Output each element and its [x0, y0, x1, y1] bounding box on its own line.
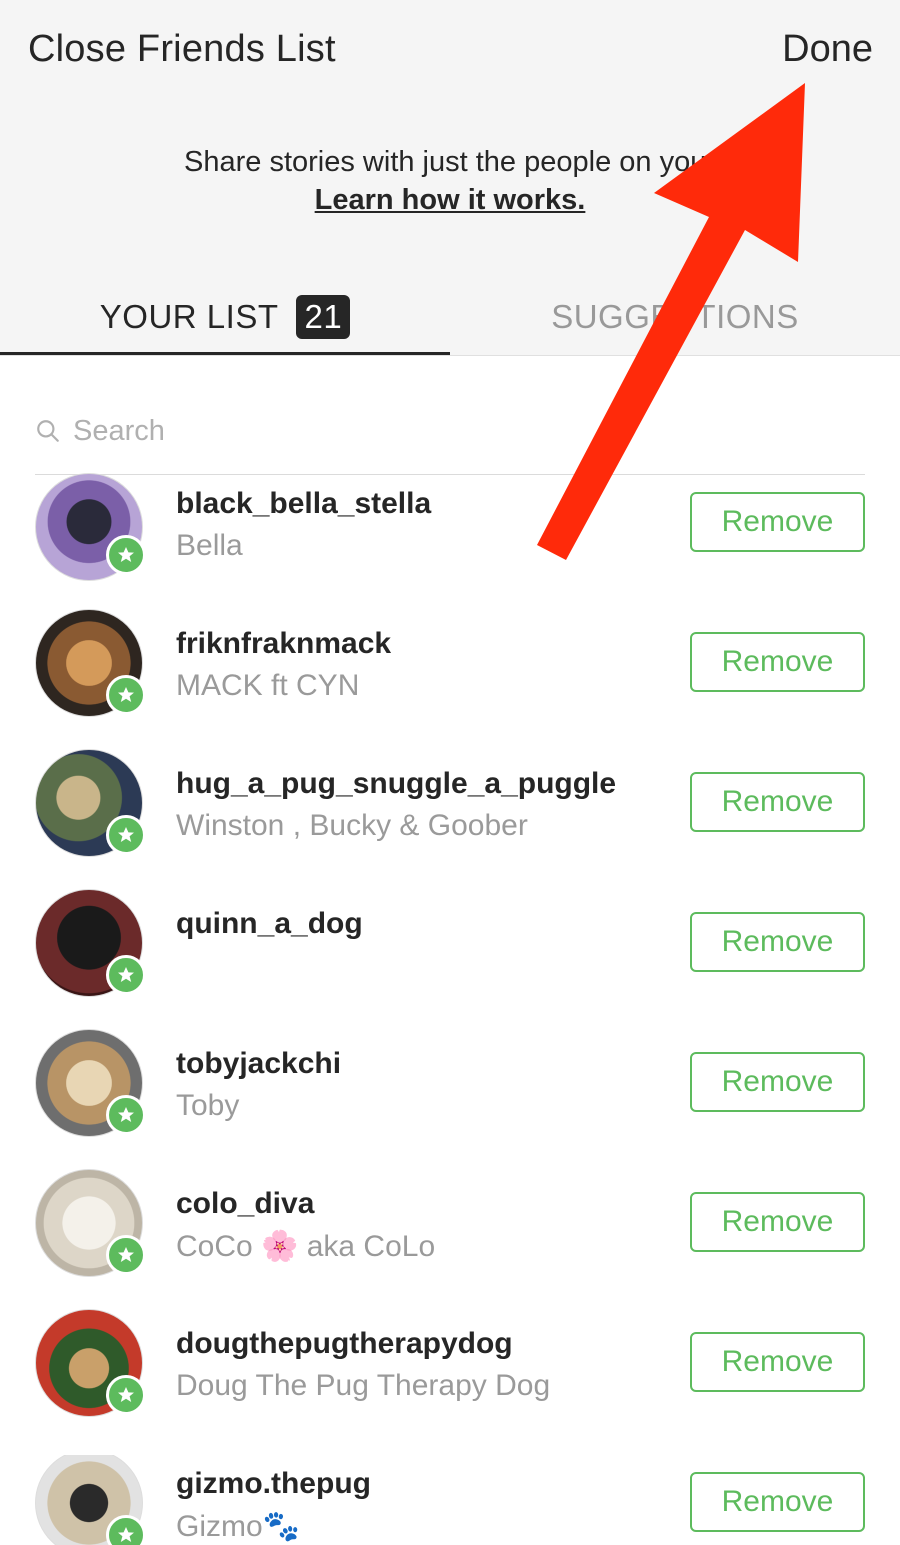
header-area: Close Friends List Done Share stories wi… — [0, 0, 900, 356]
remove-button[interactable]: Remove — [690, 1052, 865, 1112]
friend-row: gizmo.thepug Gizmo🐾 Remove — [0, 1455, 900, 1545]
friend-username[interactable]: dougthepugtherapydog — [176, 1327, 513, 1361]
search-input[interactable] — [73, 414, 773, 448]
friend-full-name: Bella — [176, 529, 243, 562]
close-friend-star-icon — [106, 1235, 146, 1275]
friend-username[interactable]: tobyjackchi — [176, 1047, 341, 1081]
close-friend-star-icon — [106, 1095, 146, 1135]
remove-button[interactable]: Remove — [690, 492, 865, 552]
friend-username[interactable]: colo_diva — [176, 1187, 314, 1221]
remove-button[interactable]: Remove — [690, 632, 865, 692]
remove-button[interactable]: Remove — [690, 1472, 865, 1532]
your-list-count-badge: 21 — [296, 295, 351, 339]
friend-row: dougthepugtherapydog Doug The Pug Therap… — [0, 1309, 900, 1455]
friend-full-name: CoCo 🌸 aka CoLo — [176, 1230, 436, 1263]
friend-full-name: Winston , Bucky & Goober — [176, 809, 528, 842]
description-text: Share stories with just the people on yo… — [184, 146, 716, 178]
close-friend-star-icon — [106, 675, 146, 715]
friend-row: tobyjackchi Toby Remove — [0, 1029, 900, 1175]
friend-full-name: Gizmo🐾 — [176, 1510, 301, 1543]
remove-button[interactable]: Remove — [690, 772, 865, 832]
friend-row: quinn_a_dog Remove — [0, 889, 900, 1035]
friend-row: black_bella_stella Bella Remove — [0, 473, 900, 615]
friend-row: hug_a_pug_snuggle_a_puggle Winston , Buc… — [0, 749, 900, 895]
tab-your-list[interactable]: YOUR LIST 21 — [0, 280, 450, 354]
page-title: Close Friends List — [28, 28, 336, 70]
done-button[interactable]: Done — [782, 28, 873, 71]
friend-username[interactable]: gizmo.thepug — [176, 1467, 371, 1501]
close-friend-star-icon — [106, 815, 146, 855]
search-bar — [35, 388, 865, 475]
tab-your-list-label: YOUR LIST — [99, 298, 279, 335]
learn-how-link[interactable]: Learn how it works. — [0, 184, 900, 217]
friend-row: colo_diva CoCo 🌸 aka CoLo Remove — [0, 1169, 900, 1315]
close-friend-star-icon — [106, 955, 146, 995]
friend-username[interactable]: hug_a_pug_snuggle_a_puggle — [176, 767, 616, 801]
close-friend-star-icon — [106, 535, 146, 575]
remove-button[interactable]: Remove — [690, 912, 865, 972]
tab-suggestions[interactable]: SUGGESTIONS — [450, 280, 900, 354]
friend-username[interactable]: black_bella_stella — [176, 487, 431, 521]
friend-username[interactable]: quinn_a_dog — [176, 907, 363, 941]
friend-username[interactable]: friknfraknmack — [176, 627, 391, 661]
remove-button[interactable]: Remove — [690, 1192, 865, 1252]
friend-full-name: MACK ft CYN — [176, 669, 360, 702]
search-icon — [37, 420, 59, 442]
remove-button[interactable]: Remove — [690, 1332, 865, 1392]
close-friend-star-icon — [106, 1375, 146, 1415]
tab-suggestions-label: SUGGESTIONS — [551, 298, 799, 335]
tab-divider — [0, 355, 900, 356]
friend-full-name: Toby — [176, 1089, 240, 1122]
friend-full-name: Doug The Pug Therapy Dog — [176, 1369, 551, 1402]
friend-row: friknfraknmack MACK ft CYN Remove — [0, 609, 900, 755]
